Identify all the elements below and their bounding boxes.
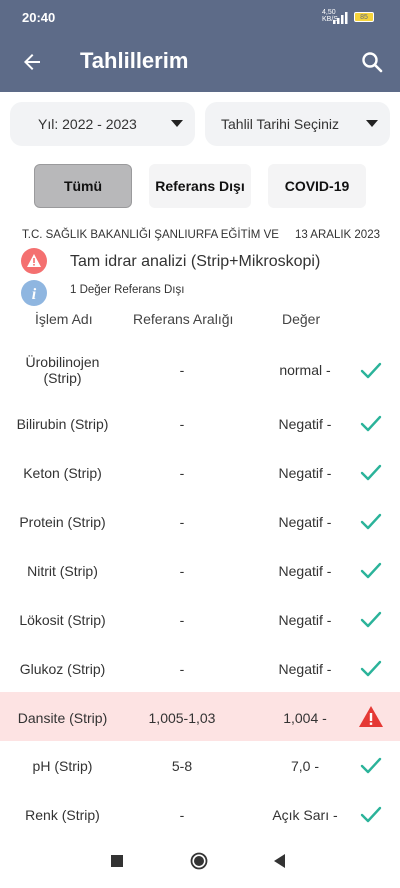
- date-dropdown[interactable]: Tahlil Tarihi Seçiniz: [205, 102, 390, 146]
- row-value: Negatif -: [278, 416, 332, 432]
- filter-out-of-range-button[interactable]: Referans Dışı: [149, 164, 251, 208]
- row-name: pH (Strip): [32, 758, 93, 774]
- row-range: -: [179, 807, 185, 823]
- warning-icon: [21, 248, 47, 274]
- row-range: -: [179, 612, 185, 628]
- year-dropdown[interactable]: Yıl: 2022 - 2023: [10, 102, 195, 146]
- back-triangle-icon[interactable]: [272, 853, 288, 869]
- row-value: Açık Sarı -: [272, 807, 338, 823]
- row-name: Nitrit (Strip): [27, 563, 98, 579]
- check-icon: [360, 415, 382, 432]
- row-value: Negatif -: [278, 465, 332, 481]
- row-range: -: [179, 416, 185, 432]
- app-bar: Tahlillerim: [0, 32, 400, 92]
- row-value: Negatif -: [278, 514, 332, 530]
- row-name: Glukoz (Strip): [19, 661, 106, 677]
- back-arrow-icon[interactable]: [20, 50, 44, 74]
- row-name: Keton (Strip): [23, 465, 102, 481]
- caret-down-icon: [366, 120, 378, 127]
- row-range: -: [179, 465, 185, 481]
- row-value: 7,0 -: [290, 758, 319, 774]
- row-value: Negatif -: [278, 661, 332, 677]
- check-icon: [360, 362, 382, 379]
- out-of-range-note: 1 Değer Referans Dışı: [70, 284, 185, 296]
- check-icon: [360, 562, 382, 579]
- system-nav-bar: [0, 838, 400, 888]
- row-range: 1,005-1,03: [148, 710, 216, 726]
- column-header-value: Değer: [282, 311, 321, 327]
- table-row: Bilirubin (Strip) - Negatif -: [0, 399, 400, 448]
- table-row: Renk (Strip) - Açık Sarı -: [0, 790, 400, 839]
- alert-triangle-icon: [359, 706, 383, 727]
- check-icon: [360, 660, 382, 677]
- table-row-out-of-range: Dansite (Strip) 1,005-1,03 1,004 -: [0, 692, 400, 741]
- check-icon: [360, 611, 382, 628]
- row-value: Negatif -: [278, 612, 332, 628]
- check-icon: [360, 513, 382, 530]
- status-bar: 20:40 4,50 KB/S 85: [0, 0, 400, 32]
- date-dropdown-label: Tahlil Tarihi Seçiniz: [221, 116, 340, 132]
- row-range: -: [179, 563, 185, 579]
- column-header-range: Referans Aralığı: [133, 311, 234, 327]
- signal-icon: [333, 12, 348, 24]
- table-row: Glukoz (Strip) - Negatif -: [0, 644, 400, 693]
- row-value: normal -: [279, 362, 331, 378]
- table-row: Keton (Strip) - Negatif -: [0, 448, 400, 497]
- home-icon[interactable]: [190, 852, 208, 870]
- row-name: Ürobilinojen (Strip): [25, 354, 100, 386]
- row-range: 5-8: [171, 758, 193, 774]
- table-row: pH (Strip) 5-8 7,0 -: [0, 741, 400, 790]
- test-name[interactable]: Tam idrar analizi (Strip+Mikroskopi): [70, 253, 320, 271]
- info-icon: i: [21, 280, 47, 306]
- year-dropdown-label: Yıl: 2022 - 2023: [38, 116, 137, 132]
- filter-covid-button[interactable]: COVID-19: [268, 164, 366, 208]
- page-title: Tahlillerim: [80, 48, 189, 73]
- row-value: Negatif -: [278, 563, 332, 579]
- table-row: Ürobilinojen (Strip) - normal -: [0, 346, 400, 395]
- search-icon[interactable]: [360, 50, 384, 74]
- row-range: -: [179, 661, 185, 677]
- recent-apps-icon[interactable]: [111, 855, 123, 867]
- check-icon: [360, 757, 382, 774]
- table-row: Nitrit (Strip) - Negatif -: [0, 546, 400, 595]
- row-value: 1,004 -: [283, 710, 327, 726]
- filter-all-button[interactable]: Tümü: [34, 164, 132, 208]
- table-row: Lökosit (Strip) - Negatif -: [0, 595, 400, 644]
- table-row: Protein (Strip) - Negatif -: [0, 497, 400, 546]
- row-range: -: [179, 362, 185, 378]
- caret-down-icon: [171, 120, 183, 127]
- institution-name: T.C. SAĞLIK BAKANLIĞI ŞANLIURFA EĞİTİM V…: [22, 229, 279, 241]
- row-range: -: [179, 514, 185, 530]
- row-name: Lökosit (Strip): [19, 612, 106, 628]
- row-name: Dansite (Strip): [17, 710, 108, 726]
- row-name: Protein (Strip): [19, 514, 106, 530]
- status-time: 20:40: [22, 10, 56, 25]
- report-date: 13 ARALIK 2023: [294, 229, 380, 241]
- check-icon: [360, 806, 382, 823]
- column-header-name: İşlem Adı: [35, 311, 93, 327]
- row-name: Bilirubin (Strip): [16, 416, 109, 432]
- row-name: Renk (Strip): [25, 807, 100, 823]
- battery-icon: 85: [354, 12, 374, 22]
- svg-text:i: i: [32, 286, 37, 303]
- check-icon: [360, 464, 382, 481]
